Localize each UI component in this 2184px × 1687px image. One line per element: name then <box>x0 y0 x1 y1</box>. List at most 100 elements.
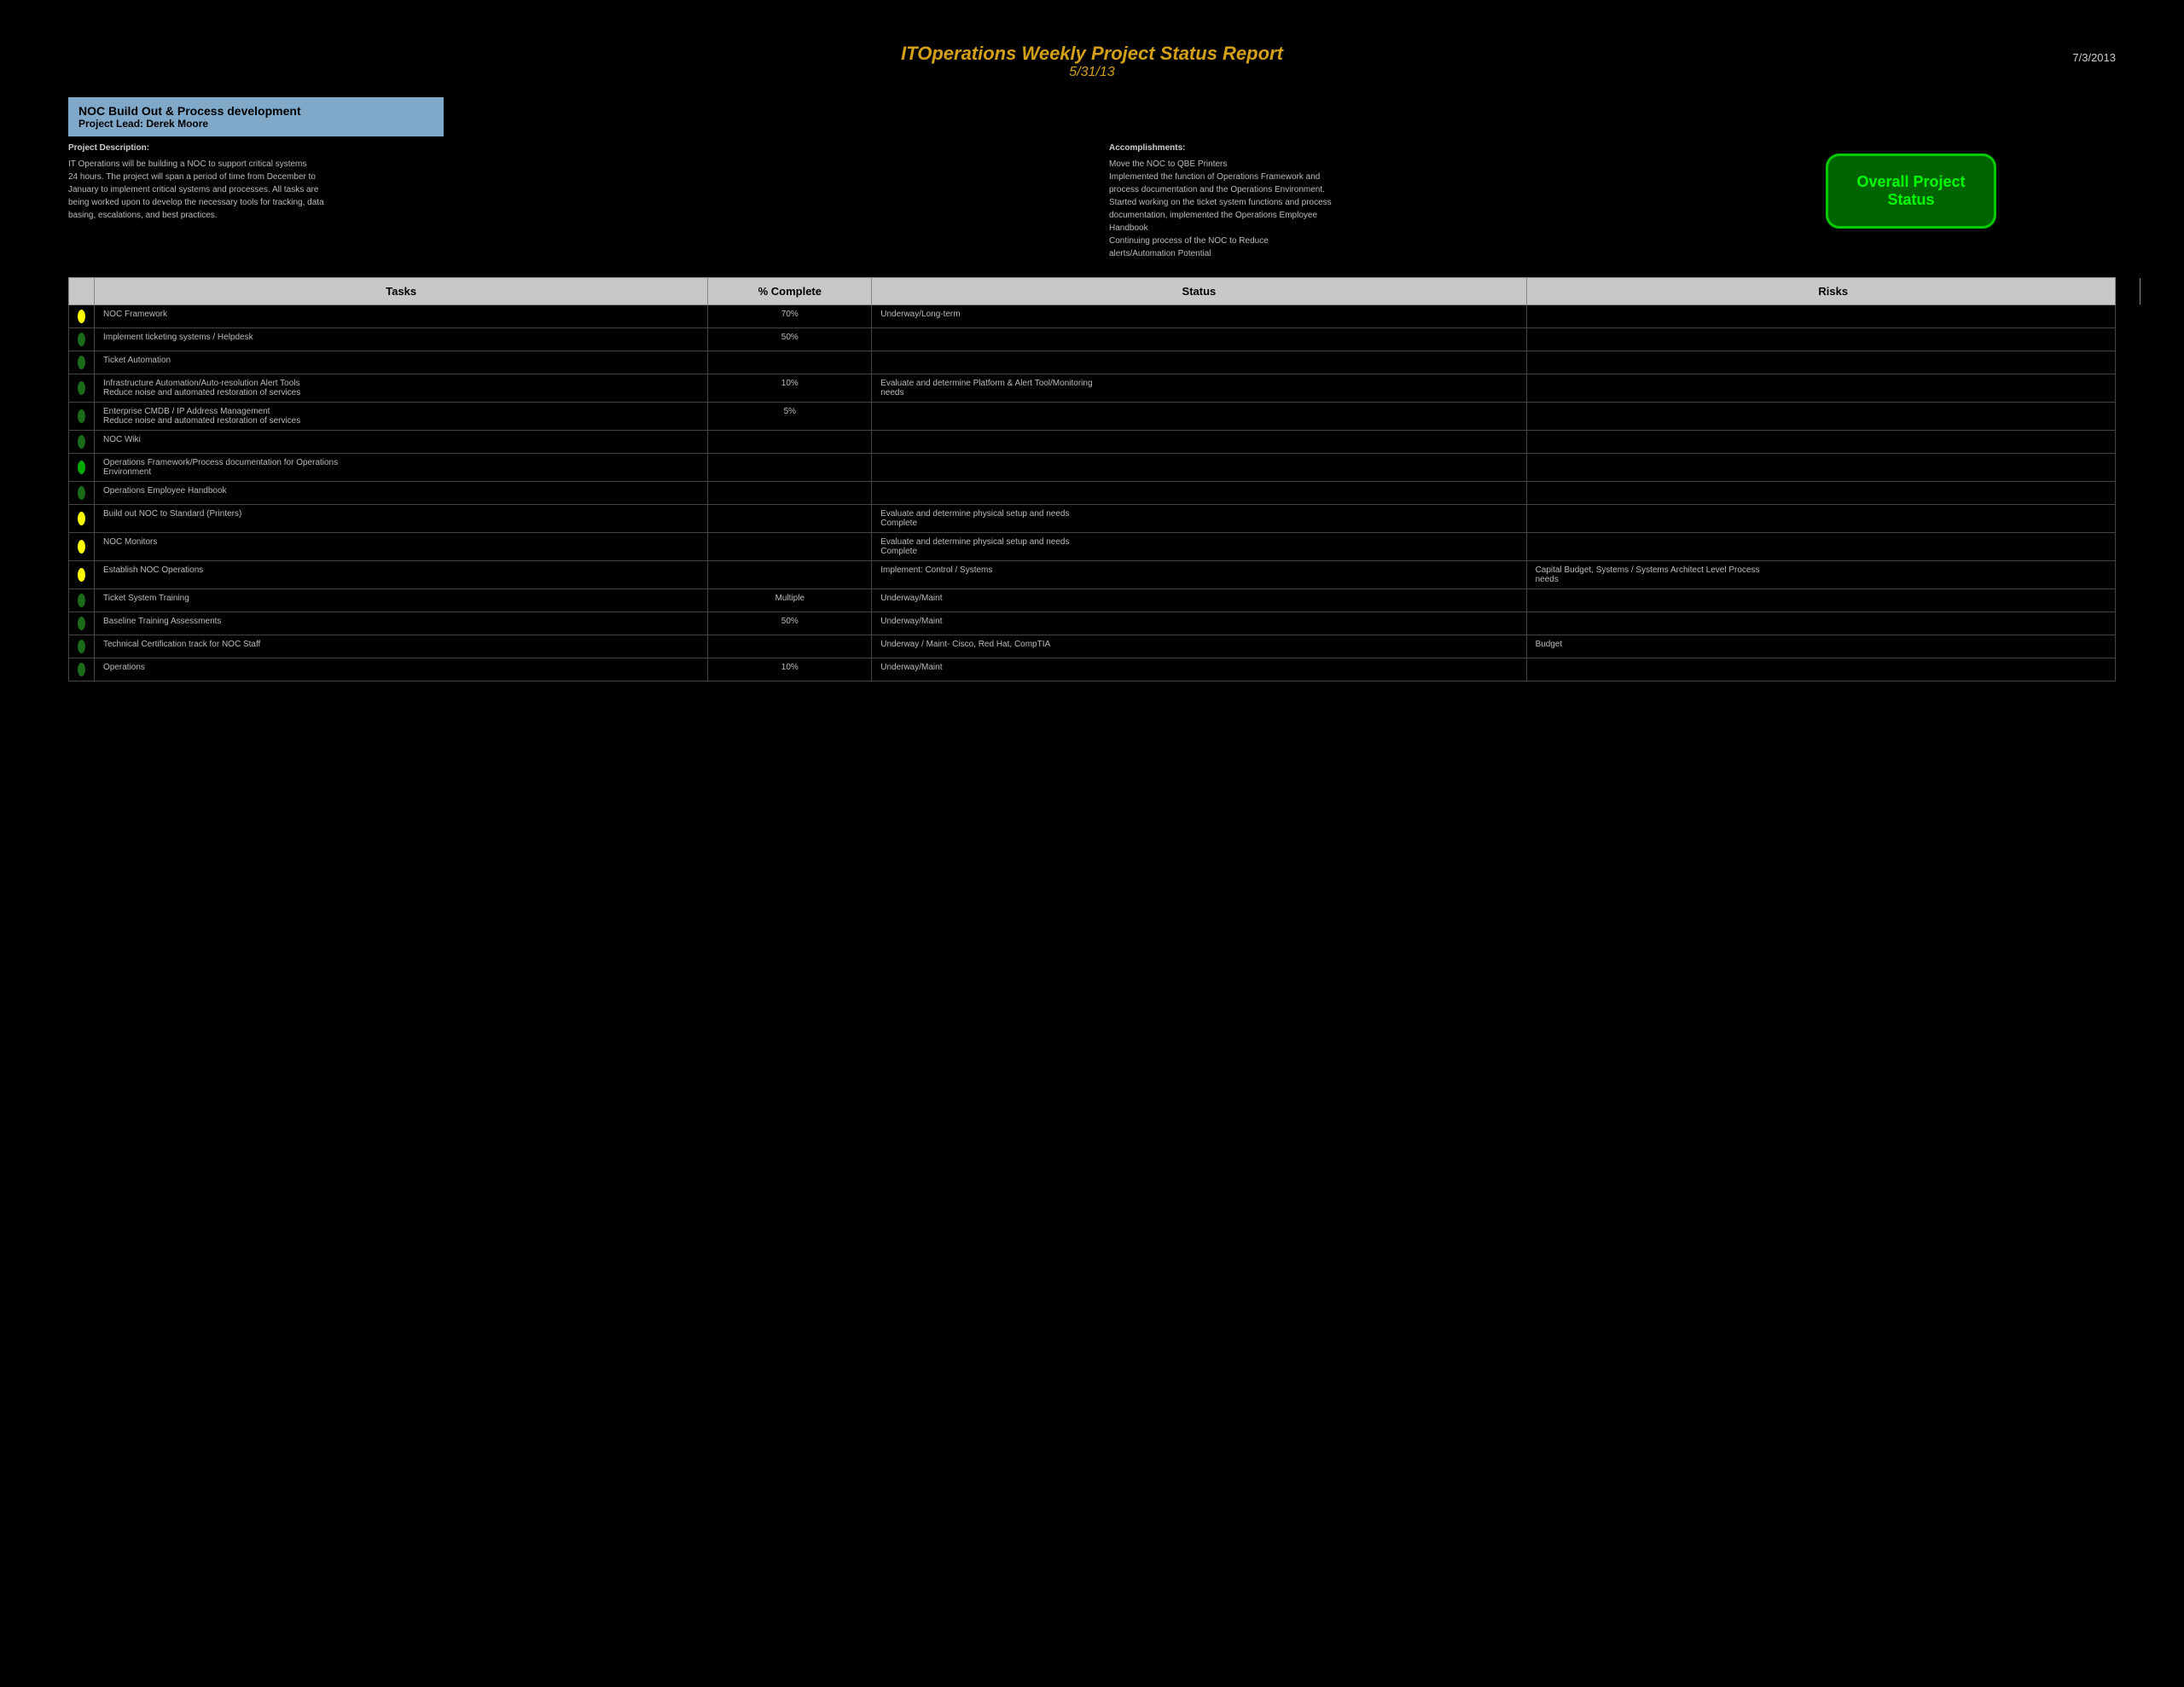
accomplishments-label: Accomplishments: <box>1109 142 2116 154</box>
project-description: Project Description: IT Operations will … <box>68 142 1075 260</box>
status-dot <box>78 435 85 449</box>
task-name: NOC Monitors <box>95 533 708 560</box>
task-name: Ticket System Training <box>95 589 708 612</box>
task-status <box>872 328 1526 351</box>
task-complete: 50% <box>708 612 872 635</box>
description-text: IT Operations will be building a NOC to … <box>68 158 1075 222</box>
task-complete <box>708 431 872 453</box>
task-status <box>872 482 1526 504</box>
task-complete <box>708 482 872 504</box>
task-name: Implement ticketing systems / Helpdesk <box>95 328 708 351</box>
page-header: ITOperations Weekly Project Status Repor… <box>17 17 2167 80</box>
project-header-bar: NOC Build Out & Process development Proj… <box>68 97 444 136</box>
task-complete: 50% <box>708 328 872 351</box>
indicator-cell <box>69 305 95 328</box>
task-status: Underway/Long-term <box>872 305 1526 328</box>
task-name: Operations Framework/Process documentati… <box>95 454 708 481</box>
task-status <box>872 454 1526 481</box>
task-risks <box>1527 533 2140 560</box>
task-name: Operations Employee Handbook <box>95 482 708 504</box>
status-dot <box>78 356 85 369</box>
status-dot <box>78 568 85 582</box>
task-status <box>872 431 1526 453</box>
header-risks: Risks <box>1527 278 2140 304</box>
table-row: Implement ticketing systems / Helpdesk 5… <box>68 328 2116 351</box>
table-row: Build out NOC to Standard (Printers) Eva… <box>68 505 2116 533</box>
task-status: Evaluate and determine physical setup an… <box>872 533 1526 560</box>
task-complete: 70% <box>708 305 872 328</box>
task-status <box>872 403 1526 430</box>
indicator-cell <box>69 403 95 430</box>
task-risks <box>1527 505 2140 532</box>
task-risks <box>1527 431 2140 453</box>
task-status: Underway / Maint- Cisco, Red Hat, CompTI… <box>872 635 1526 658</box>
page-subtitle: 5/31/13 <box>17 65 2167 80</box>
indicator-cell <box>69 374 95 402</box>
header-status: Status <box>872 278 1526 304</box>
task-complete: 10% <box>708 658 872 681</box>
tasks-wrapper: Tasks % Complete Status Risks NOC Framew… <box>68 277 2116 681</box>
project-lead-label: Project Lead: <box>78 118 143 130</box>
tasks-body: NOC Framework 70% Underway/Long-term Imp… <box>68 305 2116 681</box>
task-name: Baseline Training Assessments <box>95 612 708 635</box>
header-tasks: Tasks <box>95 278 708 304</box>
task-risks <box>1527 454 2140 481</box>
task-complete: 10% <box>708 374 872 402</box>
table-row: Operations 10% Underway/Maint <box>68 658 2116 681</box>
status-dot <box>78 617 85 630</box>
indicator-cell <box>69 351 95 374</box>
task-complete <box>708 505 872 532</box>
table-row: Baseline Training Assessments 50% Underw… <box>68 612 2116 635</box>
content-area: Project Description: IT Operations will … <box>68 142 2116 260</box>
table-row: NOC Monitors Evaluate and determine phys… <box>68 533 2116 561</box>
task-complete <box>708 635 872 658</box>
page-title: ITOperations Weekly Project Status Repor… <box>17 43 2167 65</box>
table-row: Operations Framework/Process documentati… <box>68 454 2116 482</box>
header-indicator <box>69 278 95 304</box>
task-risks: Budget <box>1527 635 2140 658</box>
indicator-cell <box>69 431 95 453</box>
table-row: Infrastructure Automation/Auto-resolutio… <box>68 374 2116 403</box>
task-risks <box>1527 374 2140 402</box>
task-status: Implement: Control / Systems <box>872 561 1526 588</box>
task-complete: Multiple <box>708 589 872 612</box>
status-dot <box>78 540 85 554</box>
status-dot <box>78 486 85 500</box>
indicator-cell <box>69 561 95 588</box>
indicator-cell <box>69 482 95 504</box>
task-name: Ticket Automation <box>95 351 708 374</box>
indicator-cell <box>69 505 95 532</box>
task-complete <box>708 454 872 481</box>
task-status: Underway/Maint <box>872 589 1526 612</box>
description-label: Project Description: <box>68 142 1075 154</box>
task-status: Evaluate and determine Platform & Alert … <box>872 374 1526 402</box>
table-row: Ticket System Training Multiple Underway… <box>68 589 2116 612</box>
table-row: Technical Certification track for NOC St… <box>68 635 2116 658</box>
task-name: Infrastructure Automation/Auto-resolutio… <box>95 374 708 402</box>
top-right-date: 7/3/2013 <box>2072 51 2116 64</box>
overall-status-badge: Overall Project Status <box>1826 154 1996 229</box>
task-risks <box>1527 328 2140 351</box>
header-complete: % Complete <box>708 278 872 304</box>
project-lead: Project Lead: Derek Moore <box>78 118 433 130</box>
project-lead-name: Derek Moore <box>146 118 208 130</box>
task-name: Establish NOC Operations <box>95 561 708 588</box>
task-status <box>872 351 1526 374</box>
indicator-cell <box>69 589 95 612</box>
task-name: Enterprise CMDB / IP Address Management … <box>95 403 708 430</box>
task-complete <box>708 561 872 588</box>
task-risks <box>1527 351 2140 374</box>
status-dot <box>78 381 85 395</box>
task-name: Technical Certification track for NOC St… <box>95 635 708 658</box>
status-dot <box>78 461 85 474</box>
indicator-cell <box>69 454 95 481</box>
task-risks <box>1527 305 2140 328</box>
indicator-cell <box>69 635 95 658</box>
indicator-cell <box>69 328 95 351</box>
project-title: NOC Build Out & Process development <box>78 104 433 118</box>
indicator-cell <box>69 658 95 681</box>
task-status: Underway/Maint <box>872 658 1526 681</box>
task-risks <box>1527 589 2140 612</box>
table-row: NOC Wiki <box>68 431 2116 454</box>
task-risks <box>1527 658 2140 681</box>
